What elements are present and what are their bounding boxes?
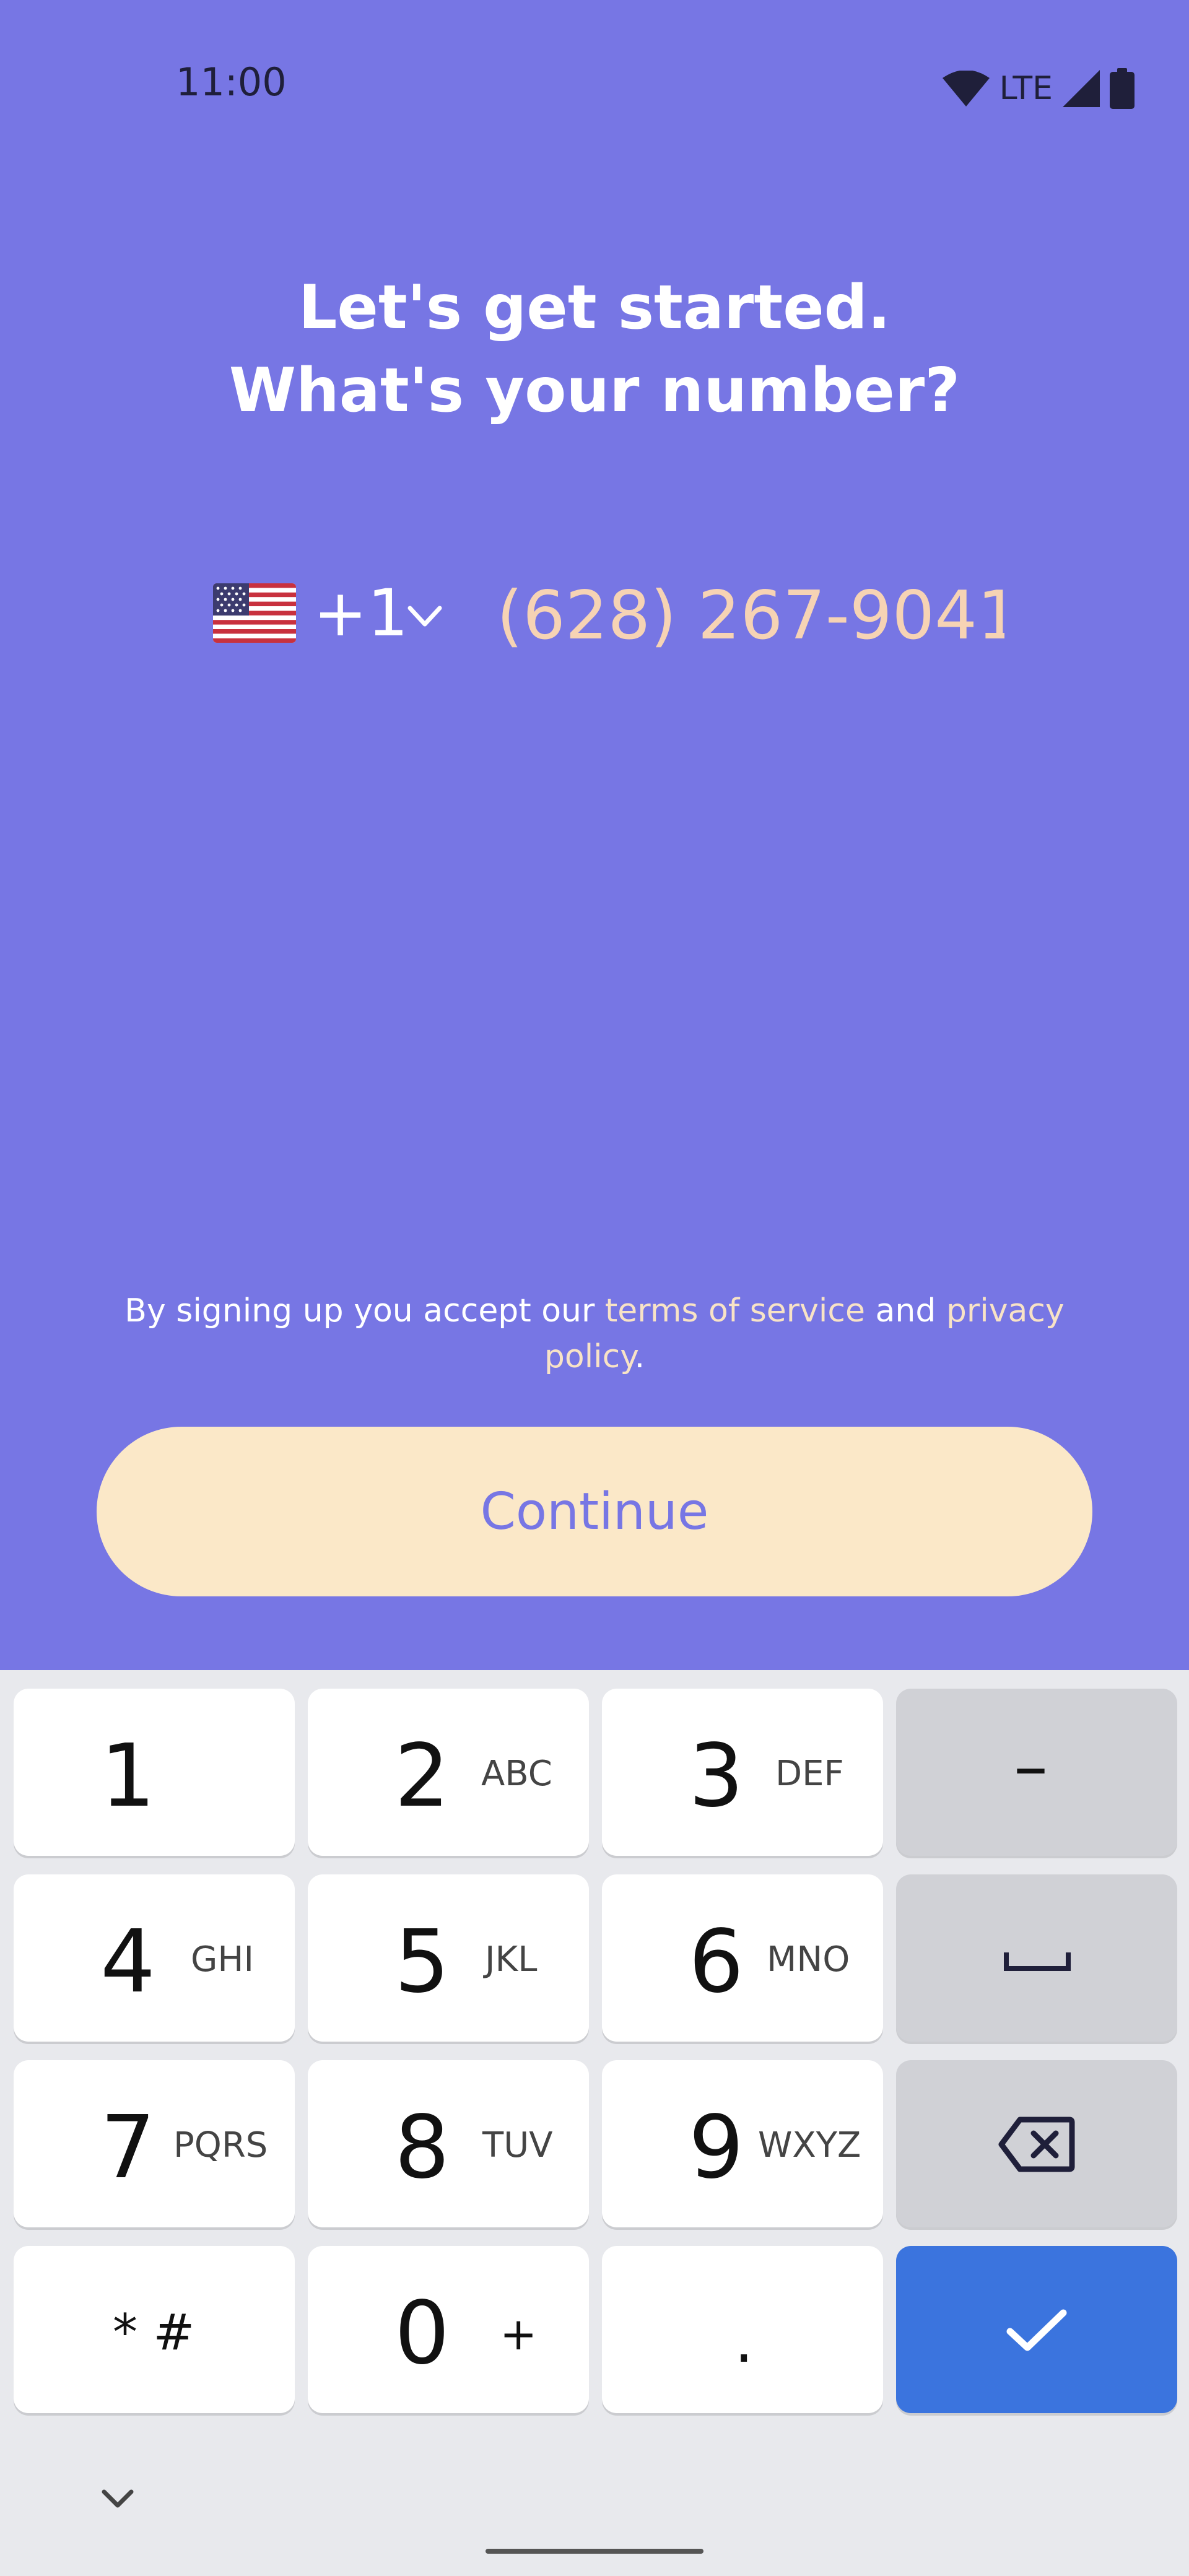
key-digit: 3 [689,1726,744,1827]
cell-signal-icon [1063,70,1100,107]
battery-icon [1110,68,1135,109]
wifi-icon [942,71,990,107]
space-icon [1004,1952,1071,1971]
key-digit: 2 [394,1726,450,1827]
key-letters: GHI [191,1939,255,1980]
phone-number-input[interactable] [497,578,1004,653]
key-digit: 6 [689,1912,744,2012]
us-flag-icon[interactable] [213,583,296,643]
key-0[interactable]: 0 + [308,2246,589,2413]
key-7[interactable]: 7 PQRS [14,2060,295,2227]
key-symbol: * # [113,2304,195,2361]
key-letters: PQRS [173,2125,268,2165]
terms-of-service-link[interactable]: terms of service [605,1292,865,1329]
signup-screen: 11:00 LTE Let's get started. What's your… [0,0,1189,1670]
status-time: 11:00 [176,59,287,105]
key-9[interactable]: 9 WXYZ [602,2060,883,2227]
key-symbol: . [734,2307,754,2376]
terms-prefix: By signing up you accept our [124,1292,605,1329]
country-code[interactable]: +1 [313,581,408,645]
key-letters: JKL [485,1939,538,1980]
key-3[interactable]: 3 DEF [602,1689,883,1856]
key-letters: WXYZ [758,2125,861,2165]
key-digit: 7 [100,2097,156,2198]
phone-number-row: +1 [0,570,1189,656]
title-line-1: Let's get started. [298,272,891,343]
key-digit: 0 [394,2283,450,2384]
key-digit: 1 [100,1726,156,1827]
title-line-2: What's your number? [229,355,960,426]
key-digit: 9 [689,2097,744,2198]
key-5[interactable]: 5 JKL [308,1874,589,2042]
checkmark-icon [1006,2309,1067,2351]
keyboard-collapse-icon[interactable] [98,2483,137,2514]
key-symbol: – [1014,1726,1048,1806]
gesture-nav-handle[interactable] [486,2549,703,2554]
chevron-down-icon[interactable] [405,601,445,632]
terms-suffix: . [634,1338,645,1375]
key-2[interactable]: 2 ABC [308,1689,589,1856]
key-space[interactable] [896,1874,1177,2042]
page-title: Let's get started. What's your number? [0,266,1189,432]
key-1[interactable]: 1 [14,1689,295,1856]
key-digit: 5 [394,1912,450,2012]
continue-button[interactable]: Continue [97,1427,1092,1596]
key-letters: + [500,2308,538,2360]
screen: 11:00 LTE Let's get started. What's your… [0,0,1189,2576]
key-digit: 8 [394,2097,450,2198]
status-icons: LTE [942,68,1135,109]
key-6[interactable]: 6 MNO [602,1874,883,2042]
key-letters: DEF [775,1754,844,1794]
terms-text: By signing up you accept our terms of se… [87,1288,1102,1380]
key-done[interactable] [896,2246,1177,2413]
key-letters: ABC [481,1754,552,1794]
key-letters: MNO [767,1939,850,1980]
backspace-icon [998,2117,1075,2172]
key-8[interactable]: 8 TUV [308,2060,589,2227]
key-dash[interactable]: – [896,1689,1177,1856]
lte-label: LTE [999,70,1053,107]
key-backspace[interactable] [896,2060,1177,2227]
key-4[interactable]: 4 GHI [14,1874,295,2042]
key-letters: TUV [482,2125,553,2165]
key-star-hash[interactable]: * # [14,2246,295,2413]
key-digit: 4 [100,1912,156,2012]
status-bar: 11:00 LTE [0,0,1189,109]
terms-middle: and [865,1292,946,1329]
numeric-keyboard: 1 2 ABC 3 DEF – 4 GHI 5 JKL 6 MNO 7 PQRS… [0,1670,1189,2576]
key-dot[interactable]: . [602,2246,883,2413]
